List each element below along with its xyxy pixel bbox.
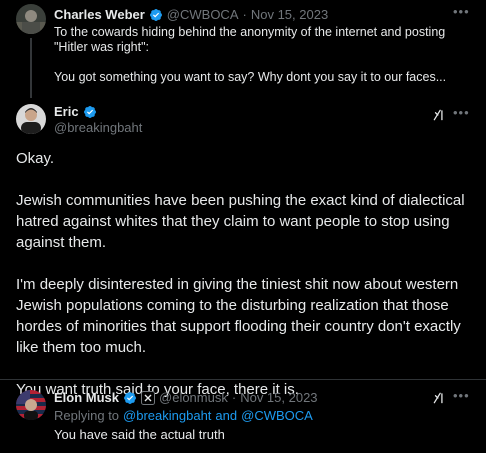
handle[interactable]: @breakingbaht — [54, 120, 142, 135]
tweet-paragraph: Okay. — [16, 150, 55, 167]
grok-icon[interactable] — [432, 391, 446, 405]
reply-mention-link[interactable]: @CWBOCA — [241, 408, 313, 423]
handle[interactable]: @CWBOCA — [167, 7, 239, 22]
reply-and-label: and — [215, 408, 238, 423]
tweet-charles-weber[interactable]: Charles Weber @CWBOCA · Nov 15, 2023 •••… — [0, 0, 486, 98]
tweet-text: To the cowards hiding behind the anonymi… — [54, 25, 447, 84]
display-name[interactable]: Charles Weber — [54, 7, 145, 22]
tweet-elon-musk[interactable]: Elon Musk @elonmusk · Nov 15, 2023 ••• R… — [0, 380, 486, 453]
tweet-paragraph: I'm deeply disinterested in giving the t… — [16, 276, 461, 356]
verified-badge-icon — [83, 105, 96, 118]
avatar[interactable] — [16, 4, 46, 34]
tweet-text: You have said the actual truth — [54, 427, 225, 442]
reply-mention-link[interactable]: @breakingbaht — [123, 408, 211, 423]
separator: · — [242, 7, 247, 22]
tweet-paragraph: Jewish communities have been pushing the… — [16, 192, 465, 251]
tweet-text: Okay. Jewish communities have been pushi… — [16, 148, 478, 400]
verified-badge-icon — [124, 391, 136, 404]
avatar[interactable] — [16, 390, 46, 420]
x-affiliate-badge-icon[interactable] — [141, 390, 156, 405]
separator: · — [231, 390, 237, 405]
avatar[interactable] — [16, 104, 46, 134]
handle[interactable]: @elonmusk — [159, 390, 228, 405]
replying-to-label: Replying to — [54, 408, 120, 423]
grok-icon[interactable] — [432, 108, 446, 122]
more-horizontal-icon[interactable]: ••• — [453, 4, 470, 19]
more-horizontal-icon[interactable]: ••• — [453, 388, 470, 403]
display-name[interactable]: Elon Musk — [54, 390, 119, 405]
tweet-eric: Eric @breakingbaht ••• Okay. Jewish comm… — [0, 98, 486, 398]
verified-badge-icon — [149, 8, 162, 21]
more-horizontal-icon[interactable]: ••• — [453, 105, 470, 120]
display-name[interactable]: Eric — [54, 104, 79, 119]
timestamp[interactable]: Nov 15, 2023 — [240, 390, 317, 405]
timestamp[interactable]: Nov 15, 2023 — [251, 7, 328, 22]
